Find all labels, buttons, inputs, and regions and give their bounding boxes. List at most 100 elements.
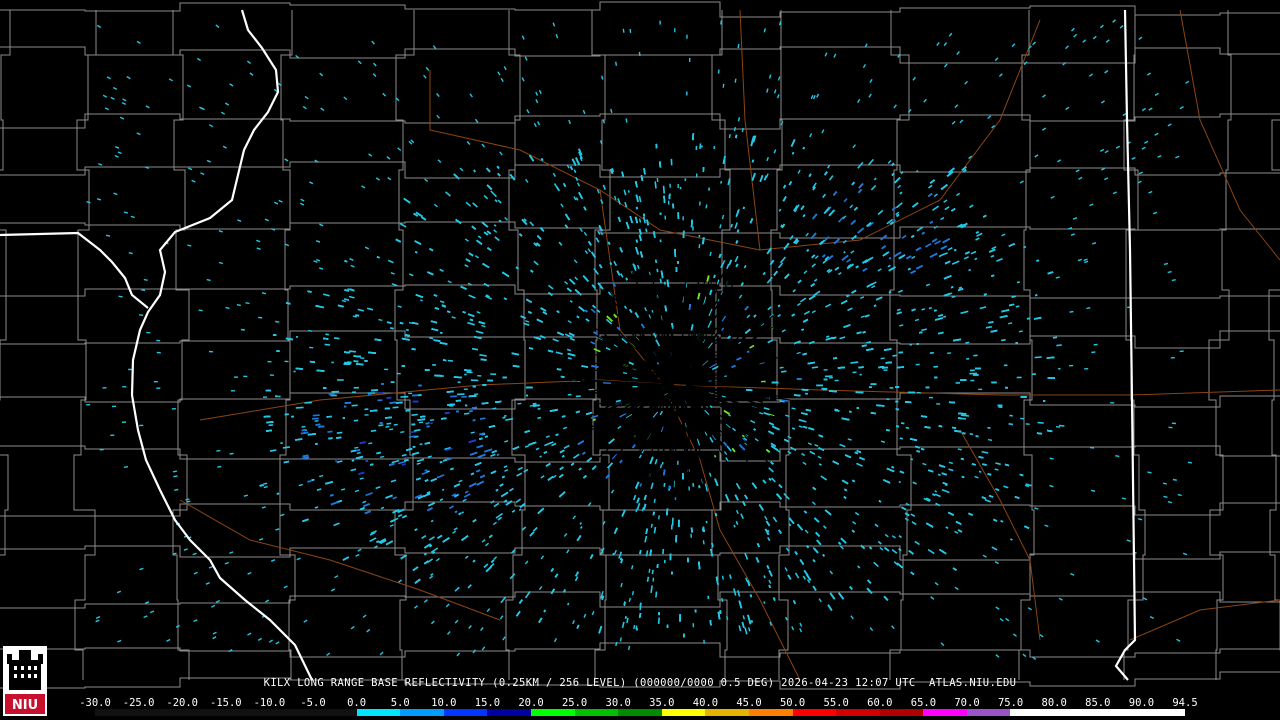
echo-speck bbox=[1046, 429, 1053, 433]
echo-speck bbox=[629, 28, 632, 33]
echo-speck bbox=[625, 118, 628, 123]
echo-speck bbox=[858, 366, 864, 369]
echo-speck bbox=[419, 443, 423, 446]
echo-speck bbox=[447, 359, 453, 362]
echo-speck bbox=[720, 180, 723, 184]
echo-speck bbox=[850, 361, 859, 364]
echo-speck bbox=[876, 404, 885, 407]
echo-speck bbox=[649, 549, 652, 556]
echo-speck bbox=[498, 219, 502, 223]
echo-speck bbox=[627, 190, 630, 193]
echo-speck bbox=[555, 433, 559, 436]
echo-speck bbox=[651, 569, 654, 575]
echo-speck bbox=[344, 260, 348, 263]
echo-speck bbox=[837, 366, 845, 369]
echo-speck bbox=[692, 482, 695, 487]
echo-speck bbox=[99, 448, 104, 451]
echo-speck bbox=[690, 527, 693, 533]
echo-speck bbox=[311, 478, 315, 482]
echo-speck bbox=[315, 423, 321, 426]
echo-speck bbox=[987, 473, 992, 476]
echo-speck bbox=[1023, 245, 1027, 249]
echo-speck bbox=[283, 460, 290, 464]
echo-speck bbox=[480, 358, 487, 361]
echo-speck bbox=[928, 306, 932, 310]
echo-speck bbox=[655, 591, 658, 598]
echo-speck bbox=[479, 437, 483, 440]
echo-speck bbox=[910, 458, 914, 461]
echo-speck bbox=[295, 406, 304, 409]
echo-speck bbox=[561, 455, 565, 458]
echo-speck bbox=[995, 488, 1000, 491]
echo-speck bbox=[643, 168, 646, 175]
echo-speck bbox=[898, 351, 903, 354]
echo-speck bbox=[543, 609, 546, 613]
echo-speck bbox=[866, 341, 872, 344]
echo-speck bbox=[711, 543, 714, 548]
echo-speck bbox=[714, 512, 718, 517]
echo-speck bbox=[924, 426, 931, 429]
echo-speck bbox=[1019, 473, 1024, 477]
echo-speck bbox=[932, 493, 936, 497]
echo-speck bbox=[801, 328, 805, 331]
echo-speck bbox=[439, 461, 443, 464]
echo-speck bbox=[916, 450, 920, 453]
echo-speck bbox=[333, 337, 340, 340]
echo-speck bbox=[1036, 259, 1040, 262]
echo-speck bbox=[779, 366, 784, 369]
echo-speck bbox=[878, 366, 885, 369]
echo-speck bbox=[1015, 305, 1020, 308]
echo-speck bbox=[285, 337, 293, 341]
echo-speck bbox=[657, 617, 660, 625]
echo-speck bbox=[539, 455, 542, 458]
echo-speck bbox=[206, 278, 211, 282]
echo-speck bbox=[825, 335, 830, 338]
echo-speck bbox=[370, 463, 374, 466]
echo-speck bbox=[479, 417, 486, 420]
echo-speck bbox=[878, 500, 882, 503]
echo-speck bbox=[713, 454, 717, 458]
echo-speck bbox=[988, 321, 994, 324]
echo-speck bbox=[763, 575, 766, 579]
echo-speck bbox=[650, 585, 653, 594]
echo-speck bbox=[324, 343, 331, 346]
echo-speck bbox=[753, 428, 756, 431]
echo-speck bbox=[780, 224, 783, 228]
echo-speck bbox=[763, 601, 766, 604]
echo-speck bbox=[355, 314, 360, 317]
echo-speck bbox=[426, 425, 430, 428]
echo-speck bbox=[426, 470, 430, 473]
echo-speck bbox=[414, 528, 418, 532]
echo-speck bbox=[619, 557, 623, 561]
echo-speck bbox=[730, 223, 733, 228]
echo-speck bbox=[729, 574, 732, 579]
echo-speck bbox=[638, 612, 642, 618]
echo-speck bbox=[834, 408, 838, 411]
echo-speck bbox=[1026, 317, 1030, 320]
echo-speck bbox=[661, 461, 664, 465]
echo-speck bbox=[370, 429, 377, 432]
echo-speck bbox=[802, 146, 806, 150]
echo-speck bbox=[471, 347, 479, 351]
echo-speck bbox=[1008, 303, 1015, 307]
echo-speck bbox=[961, 414, 970, 417]
echo-speck bbox=[1008, 423, 1014, 426]
echo-speck bbox=[1009, 538, 1013, 541]
echo-speck bbox=[751, 159, 755, 163]
echo-speck bbox=[430, 519, 434, 523]
echo-speck bbox=[662, 548, 665, 555]
echo-speck bbox=[484, 435, 488, 438]
echo-speck bbox=[950, 286, 954, 289]
echo-speck bbox=[843, 250, 846, 254]
echo-speck bbox=[663, 482, 666, 487]
echo-speck bbox=[592, 418, 596, 421]
echo-speck bbox=[652, 511, 655, 516]
echo-speck bbox=[779, 400, 785, 403]
echo-speck bbox=[666, 508, 669, 516]
echo-speck bbox=[891, 466, 895, 469]
echo-speck bbox=[579, 522, 583, 525]
echo-speck bbox=[302, 454, 309, 458]
echo-speck bbox=[885, 361, 892, 364]
echo-speck bbox=[376, 540, 380, 544]
echo-speck bbox=[609, 262, 613, 265]
